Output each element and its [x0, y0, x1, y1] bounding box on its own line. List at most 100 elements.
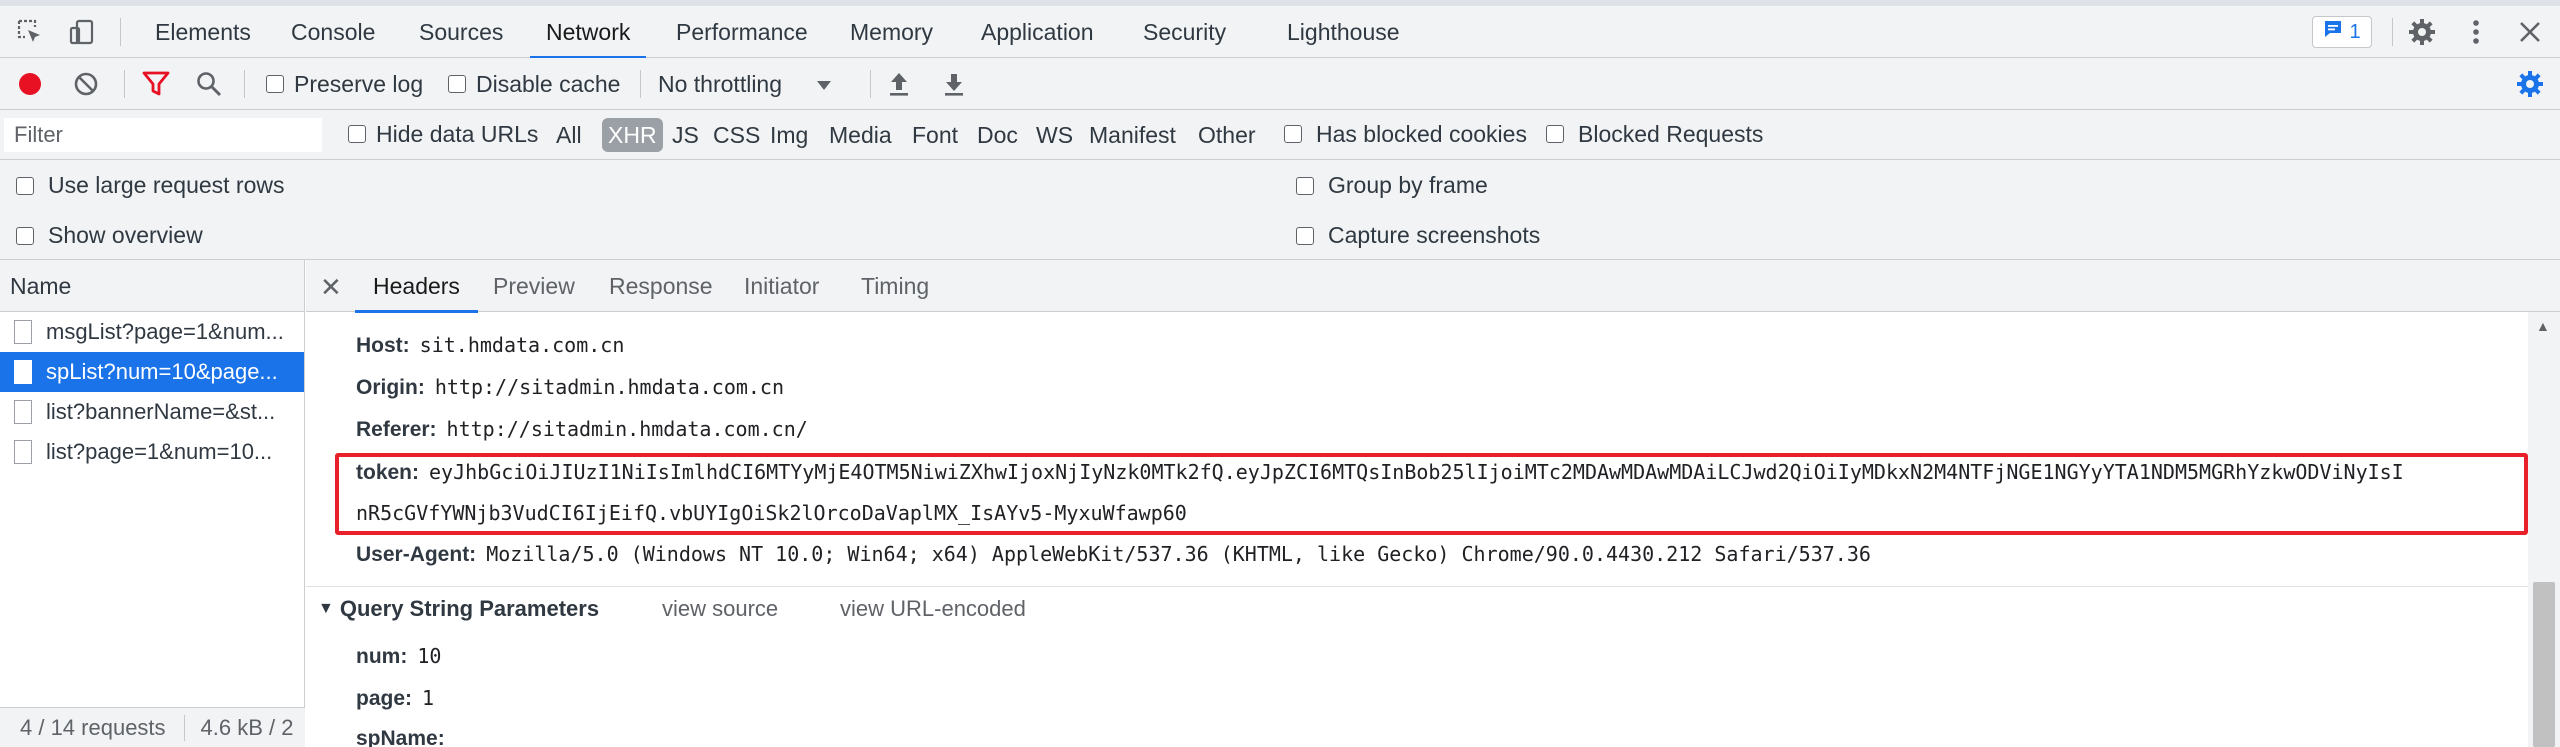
tab-sources[interactable]: Sources — [419, 6, 503, 58]
filter-type-doc[interactable]: Doc — [975, 118, 1020, 152]
section-divider — [306, 586, 2528, 587]
filter-type-other[interactable]: Other — [1196, 118, 1258, 152]
triangle-down-icon: ▼ — [318, 600, 334, 617]
inspect-element-icon[interactable] — [14, 16, 46, 48]
request-details-panel: ✕ Headers Preview Response Initiator Tim… — [306, 260, 2560, 747]
capture-screenshots-label: Capture screenshots — [1328, 222, 1541, 248]
filter-type-media[interactable]: Media — [827, 118, 894, 152]
checkbox-box[interactable] — [448, 75, 466, 93]
request-count: 4 / 14 requests — [0, 714, 185, 741]
close-devtools-icon[interactable] — [2514, 16, 2546, 48]
request-row[interactable]: msgList?page=1&num... — [0, 312, 304, 352]
issues-button[interactable]: 1 — [2312, 16, 2372, 48]
view-source-link[interactable]: view source — [662, 596, 778, 622]
filter-type-ws[interactable]: WS — [1034, 118, 1075, 152]
divider — [2392, 18, 2393, 46]
tab-initiator[interactable]: Initiator — [744, 260, 819, 312]
network-settings-gear-icon[interactable] — [2514, 68, 2546, 100]
large-rows-label: Use large request rows — [48, 172, 285, 198]
file-icon — [14, 360, 32, 384]
more-options-icon[interactable] — [2460, 16, 2492, 48]
checkbox-box[interactable] — [16, 176, 34, 195]
tab-network[interactable]: Network — [529, 6, 647, 59]
header-referer: Referer: http://sitadmin.hmdata.com.cn/ — [356, 417, 808, 442]
group-by-frame-checkbox[interactable]: Group by frame — [1296, 172, 1488, 199]
network-toolbar: Preserve log Disable cache No throttling — [0, 58, 2560, 110]
scrollbar-thumb[interactable] — [2533, 582, 2555, 747]
file-icon — [14, 400, 32, 424]
divider — [124, 70, 125, 98]
divider — [244, 70, 245, 98]
scroll-up-arrow-icon[interactable]: ▲ — [2536, 318, 2550, 334]
tab-headers[interactable]: Headers — [355, 260, 478, 313]
checkbox-box[interactable] — [266, 75, 284, 93]
tab-preview[interactable]: Preview — [493, 260, 575, 312]
filter-type-all[interactable]: All — [554, 118, 584, 152]
large-rows-checkbox[interactable]: Use large request rows — [16, 172, 285, 199]
header-key: Referer: — [356, 418, 437, 441]
tab-console[interactable]: Console — [291, 6, 375, 58]
tab-performance[interactable]: Performance — [676, 6, 808, 58]
request-row[interactable]: list?page=1&num=10... — [0, 432, 304, 472]
group-by-frame-label: Group by frame — [1328, 172, 1488, 198]
tab-lighthouse[interactable]: Lighthouse — [1287, 6, 1400, 58]
throttling-select[interactable]: No throttling — [658, 68, 832, 100]
checkbox-box[interactable] — [1296, 176, 1314, 195]
clear-icon[interactable] — [70, 68, 102, 100]
disable-cache-checkbox[interactable]: Disable cache — [448, 68, 620, 100]
name-column-header[interactable]: Name — [0, 260, 304, 312]
hide-data-urls-checkbox[interactable]: Hide data URLs — [348, 118, 538, 150]
export-har-icon[interactable] — [938, 68, 970, 100]
request-row[interactable]: list?bannerName=&st... — [0, 392, 304, 432]
header-value: Mozilla/5.0 (Windows NT 10.0; Win64; x64… — [486, 542, 1871, 566]
record-icon[interactable] — [14, 68, 46, 100]
query-string-section-toggle[interactable]: ▼ Query String Parameters — [318, 596, 599, 622]
checkbox-box[interactable] — [16, 226, 34, 245]
tab-memory[interactable]: Memory — [850, 6, 933, 58]
header-key: token: — [356, 461, 419, 484]
has-blocked-cookies-checkbox[interactable]: Has blocked cookies — [1284, 118, 1527, 150]
filter-icon[interactable] — [140, 68, 172, 100]
tab-security[interactable]: Security — [1143, 6, 1226, 58]
param-value: 1 — [422, 686, 435, 710]
header-key: Origin: — [356, 376, 425, 399]
tab-timing[interactable]: Timing — [861, 260, 929, 312]
search-icon[interactable] — [193, 68, 225, 100]
checkbox-box[interactable] — [348, 125, 366, 143]
header-host: Host: sit.hmdata.com.cn — [356, 333, 624, 358]
preserve-log-checkbox[interactable]: Preserve log — [266, 68, 423, 100]
filter-input[interactable] — [4, 118, 322, 152]
filter-type-img[interactable]: Img — [768, 118, 810, 152]
checkbox-box[interactable] — [1296, 226, 1314, 245]
close-details-icon[interactable]: ✕ — [320, 272, 342, 303]
tab-response[interactable]: Response — [609, 260, 713, 312]
request-row-selected[interactable]: spList?num=10&page... — [0, 352, 304, 392]
tab-elements[interactable]: Elements — [155, 6, 251, 58]
header-key: User-Agent: — [356, 543, 477, 566]
details-scrollbar[interactable]: ▲ — [2528, 312, 2560, 747]
query-string-title: Query String Parameters — [339, 596, 600, 621]
filter-type-js[interactable]: JS — [670, 118, 701, 152]
device-toolbar-icon[interactable] — [66, 16, 98, 48]
filter-type-css[interactable]: CSS — [711, 118, 762, 152]
header-key: Host: — [356, 334, 410, 357]
checkbox-box[interactable] — [1546, 125, 1564, 143]
filter-type-font[interactable]: Font — [910, 118, 960, 152]
import-har-icon[interactable] — [883, 68, 915, 100]
has-blocked-cookies-label: Has blocked cookies — [1316, 120, 1527, 147]
token-value-line1: eyJhbGciOiJIUzI1NiIsImlhdCI6MTYyMjE4OTM5… — [429, 460, 2404, 484]
transfer-size: 4.6 kB / 2 — [200, 714, 294, 740]
details-tab-bar: ✕ Headers Preview Response Initiator Tim… — [306, 260, 2560, 313]
divider — [870, 70, 871, 98]
filter-type-manifest[interactable]: Manifest — [1087, 118, 1178, 152]
filter-type-xhr[interactable]: XHR — [602, 118, 663, 152]
settings-gear-icon[interactable] — [2406, 16, 2438, 48]
checkbox-box[interactable] — [1284, 125, 1302, 143]
tab-application[interactable]: Application — [981, 6, 1094, 58]
throttling-value: No throttling — [658, 70, 783, 97]
capture-screenshots-checkbox[interactable]: Capture screenshots — [1296, 222, 1540, 249]
blocked-requests-checkbox[interactable]: Blocked Requests — [1546, 118, 1763, 150]
view-url-encoded-link[interactable]: view URL-encoded — [840, 596, 1026, 622]
filter-bar: Hide data URLs All XHR JS CSS Img Media … — [0, 110, 2560, 160]
show-overview-checkbox[interactable]: Show overview — [16, 222, 203, 249]
